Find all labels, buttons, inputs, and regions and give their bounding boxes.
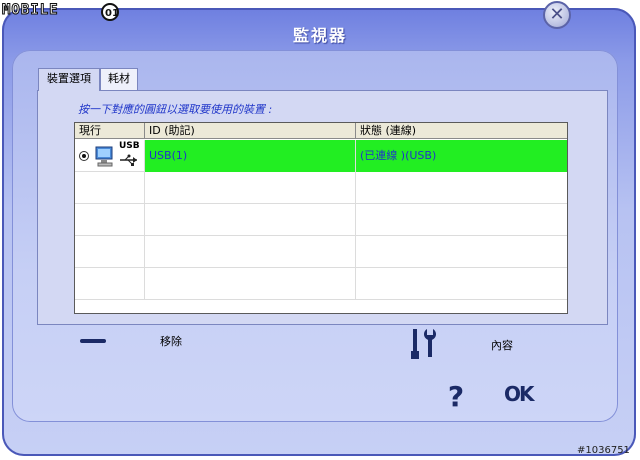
tab-supplies[interactable]: 耗材 — [100, 68, 138, 90]
pc-icon — [95, 146, 113, 167]
device-options-panel: 按一下對應的圓鈕以選取要使用的裝置 : 現行 ID (助記) 狀態 (連線) U… — [37, 90, 608, 325]
table-row-empty — [75, 204, 567, 236]
device-status-cell: (已連線 )(USB) — [356, 140, 567, 172]
table-header: 現行 ID (助記) 狀態 (連線) — [75, 123, 567, 139]
svg-text:01: 01 — [105, 8, 119, 19]
usb-icon — [120, 154, 137, 166]
device-id-cell: USB(1) — [145, 140, 356, 172]
remove-icon[interactable] — [80, 338, 106, 344]
empty-cell — [145, 172, 356, 204]
properties-button[interactable]: 內容 — [491, 337, 513, 353]
ok-button[interactable]: OK — [504, 380, 538, 408]
empty-cell — [75, 268, 145, 300]
watermark-text: MOBILE — [2, 2, 59, 19]
mobile01-logo-icon: 01 — [101, 3, 119, 21]
empty-cell — [75, 172, 145, 204]
properties-icon[interactable] — [409, 327, 437, 361]
device-table: 現行 ID (助記) 狀態 (連線) USB USB(1) (已連線)(USB… — [74, 122, 568, 314]
mobile01-watermark: MOBILE — [2, 2, 59, 22]
image-id-text: #1036751 — [577, 445, 630, 456]
device-radio-button[interactable] — [79, 151, 89, 161]
window-title: 監視器 — [292, 26, 347, 45]
column-header-id[interactable]: ID (助記) — [145, 123, 356, 138]
empty-cell — [75, 236, 145, 268]
current-cell: USB — [75, 140, 145, 172]
remove-button[interactable]: 移除 — [160, 333, 182, 349]
column-header-status[interactable]: 狀態 (連線) — [356, 123, 567, 138]
help-button[interactable]: ? — [445, 381, 467, 413]
table-row-empty — [75, 236, 567, 268]
tab-device-options[interactable]: 裝置選項 — [38, 68, 100, 91]
instruction-text: 按一下對應的圓鈕以選取要使用的裝置 : — [78, 103, 273, 116]
empty-cell — [145, 204, 356, 236]
empty-cell — [145, 268, 356, 300]
table-row[interactable]: USB USB(1) (已連線 )(USB) — [75, 140, 567, 172]
close-button[interactable]: ✕ — [543, 1, 571, 29]
empty-cell — [75, 204, 145, 236]
table-row-empty — [75, 172, 567, 204]
table-row-empty — [75, 268, 567, 300]
empty-cell — [145, 236, 356, 268]
